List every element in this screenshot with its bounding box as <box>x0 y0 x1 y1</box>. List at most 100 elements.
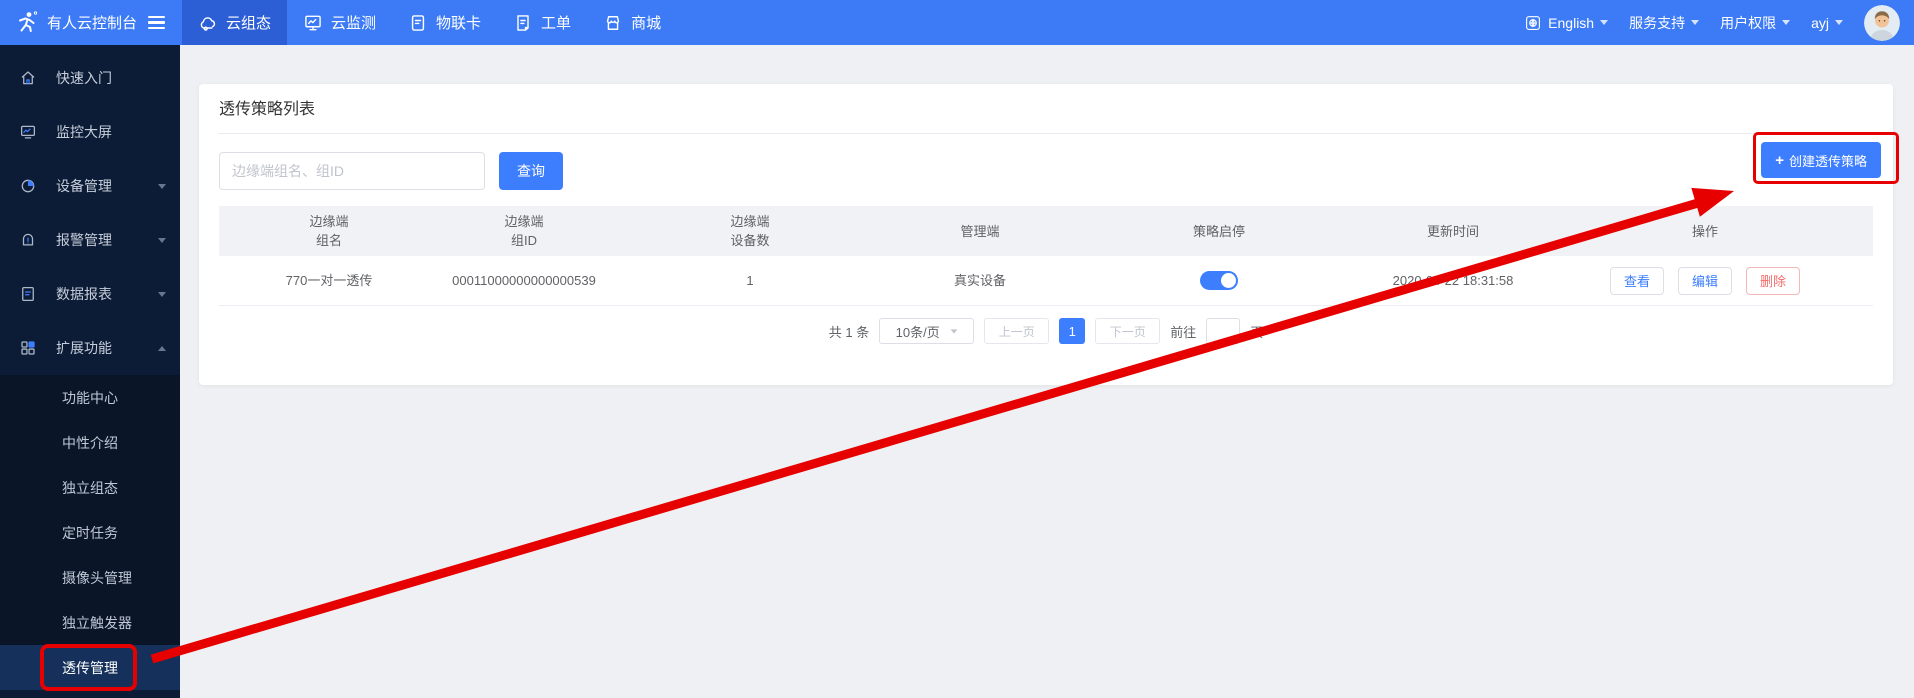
big-screen-icon <box>19 123 56 141</box>
tab-label: 云组态 <box>226 12 271 33</box>
table-row: 770一对一透传 00011000000000000539 1 真实设备 202… <box>219 256 1873 306</box>
view-button[interactable]: 查看 <box>1610 267 1664 295</box>
sidebar-item-label: 设备管理 <box>56 176 112 196</box>
cell-group-name: 770一对一透传 <box>219 271 439 290</box>
apps-grid-icon <box>19 339 56 357</box>
language-label: English <box>1548 15 1594 31</box>
page-size-value: 10条/页 <box>896 322 940 341</box>
permission-label: 用户权限 <box>1720 13 1776 33</box>
submenu-label: 透传管理 <box>62 658 118 678</box>
logo-text: 有人云控制台 <box>47 12 137 33</box>
cell-update-time: 2020-04-22 18:31:58 <box>1369 271 1537 290</box>
submenu-item-function-center[interactable]: 功能中心 <box>0 375 180 420</box>
chevron-up-icon <box>158 346 166 351</box>
cell-group-id: 00011000000000000539 <box>439 271 609 290</box>
brand: 有人云控制台 <box>0 0 182 45</box>
permission-menu[interactable]: 用户权限 <box>1720 13 1790 33</box>
submenu-item-camera-management[interactable]: 摄像头管理 <box>0 555 180 600</box>
column-header-edge-group-id: 边缘端 组ID <box>439 212 609 250</box>
avatar[interactable] <box>1864 5 1900 41</box>
column-header-actions: 操作 <box>1537 222 1873 241</box>
cloud-icon <box>198 13 218 33</box>
alarm-bell-icon <box>19 231 56 249</box>
chevron-down-icon <box>1600 20 1608 25</box>
pie-chart-icon <box>19 177 56 195</box>
sidebar-item-label: 报警管理 <box>56 230 112 250</box>
submenu-item-passthrough-management[interactable]: 透传管理 <box>0 645 180 690</box>
sidebar-item-data-report[interactable]: 数据报表 <box>0 267 180 321</box>
chevron-down-icon <box>1782 20 1790 25</box>
column-header-edge-device-count: 边缘端 设备数 <box>609 212 891 250</box>
sidebar-item-label: 数据报表 <box>56 284 112 304</box>
submenu-label: 独立组态 <box>62 478 118 498</box>
sidebar-item-label: 快速入门 <box>56 68 112 88</box>
submenu-item-standalone-trigger[interactable]: 独立触发器 <box>0 600 180 645</box>
main-content: 透传策略列表 查询 + 创建透传策略 边缘端 组名 边缘端 组ID <box>180 45 1914 698</box>
tab-iot-card[interactable]: 物联卡 <box>392 0 497 45</box>
sidebar-item-quick-start[interactable]: 快速入门 <box>0 51 180 105</box>
chevron-down-icon <box>1691 20 1699 25</box>
submenu-label: 摄像头管理 <box>62 568 132 588</box>
sim-card-icon <box>408 13 428 33</box>
report-document-icon <box>19 285 56 303</box>
column-header-update-time: 更新时间 <box>1369 222 1537 241</box>
support-menu[interactable]: 服务支持 <box>1629 13 1699 33</box>
sidebar-item-alarm-management[interactable]: 报警管理 <box>0 213 180 267</box>
submenu-item-standalone-scada[interactable]: 独立组态 <box>0 465 180 510</box>
submenu-label: 独立触发器 <box>62 613 132 633</box>
tab-label: 商城 <box>631 12 661 33</box>
work-order-icon <box>513 13 533 33</box>
column-header-edge-group-name: 边缘端 组名 <box>219 212 439 250</box>
submenu-item-scheduled-tasks[interactable]: 定时任务 <box>0 510 180 555</box>
tab-shop[interactable]: 商城 <box>587 0 677 45</box>
home-icon <box>19 69 56 87</box>
username-label: ayj <box>1811 15 1829 31</box>
prev-page-button[interactable]: 上一页 <box>984 318 1049 344</box>
sidebar-item-monitor-screen[interactable]: 监控大屏 <box>0 105 180 159</box>
goto-label: 前往 <box>1170 322 1196 341</box>
sidebar-item-extensions[interactable]: 扩展功能 <box>0 321 180 375</box>
page-title: 透传策略列表 <box>219 84 1873 134</box>
chevron-down-icon <box>158 184 166 189</box>
toolbar: 查询 <box>219 152 1873 190</box>
submenu-label: 中性介绍 <box>62 433 118 453</box>
cell-device-count: 1 <box>609 271 891 290</box>
sidebar: 快速入门 监控大屏 设 <box>0 45 180 698</box>
cell-manage-type: 真实设备 <box>891 271 1069 290</box>
tab-label: 工单 <box>541 12 571 33</box>
top-navbar: 有人云控制台 云组态 云监测 <box>0 0 1914 45</box>
submenu-label: 功能中心 <box>62 388 118 408</box>
next-page-button[interactable]: 下一页 <box>1095 318 1160 344</box>
tab-cloud-scada[interactable]: 云组态 <box>182 0 287 45</box>
tab-work-order[interactable]: 工单 <box>497 0 587 45</box>
create-policy-button[interactable]: + 创建透传策略 <box>1761 142 1881 178</box>
plus-icon: + <box>1775 153 1784 168</box>
tab-label: 云监测 <box>331 12 376 33</box>
search-input[interactable] <box>219 152 485 190</box>
goto-page-input[interactable] <box>1206 318 1240 344</box>
storefront-icon <box>603 13 623 33</box>
navbar-right: English 服务支持 用户权限 ayj <box>1524 0 1914 45</box>
table-header-row: 边缘端 组名 边缘端 组ID 边缘端 设备数 管理端 策 <box>219 206 1873 256</box>
cell-policy-switch <box>1069 271 1369 290</box>
page-size-select[interactable]: 10条/页 <box>879 318 974 344</box>
goto-unit-label: 页 <box>1250 322 1263 341</box>
column-header-manage-type: 管理端 <box>891 222 1069 241</box>
policy-enable-toggle[interactable] <box>1200 271 1238 290</box>
menu-toggle-icon[interactable] <box>148 16 165 29</box>
submenu-item-neutral-intro[interactable]: 中性介绍 <box>0 420 180 465</box>
sidebar-submenu: 功能中心 中性介绍 独立组态 定时任务 摄像头管理 独立触发器 透传管理 <box>0 375 180 690</box>
chevron-down-icon <box>1835 20 1843 25</box>
delete-button[interactable]: 删除 <box>1746 267 1800 295</box>
language-switcher[interactable]: English <box>1524 14 1608 32</box>
edit-button[interactable]: 编辑 <box>1678 267 1732 295</box>
sidebar-item-label: 扩展功能 <box>56 338 112 358</box>
page-number-button[interactable]: 1 <box>1059 318 1085 344</box>
monitor-chart-icon <box>303 13 323 33</box>
chevron-down-icon <box>158 292 166 297</box>
search-button[interactable]: 查询 <box>499 152 563 190</box>
tab-cloud-monitor[interactable]: 云监测 <box>287 0 392 45</box>
user-menu[interactable]: ayj <box>1811 15 1843 31</box>
sidebar-item-device-management[interactable]: 设备管理 <box>0 159 180 213</box>
sidebar-main-menu: 快速入门 监控大屏 设 <box>0 45 180 375</box>
